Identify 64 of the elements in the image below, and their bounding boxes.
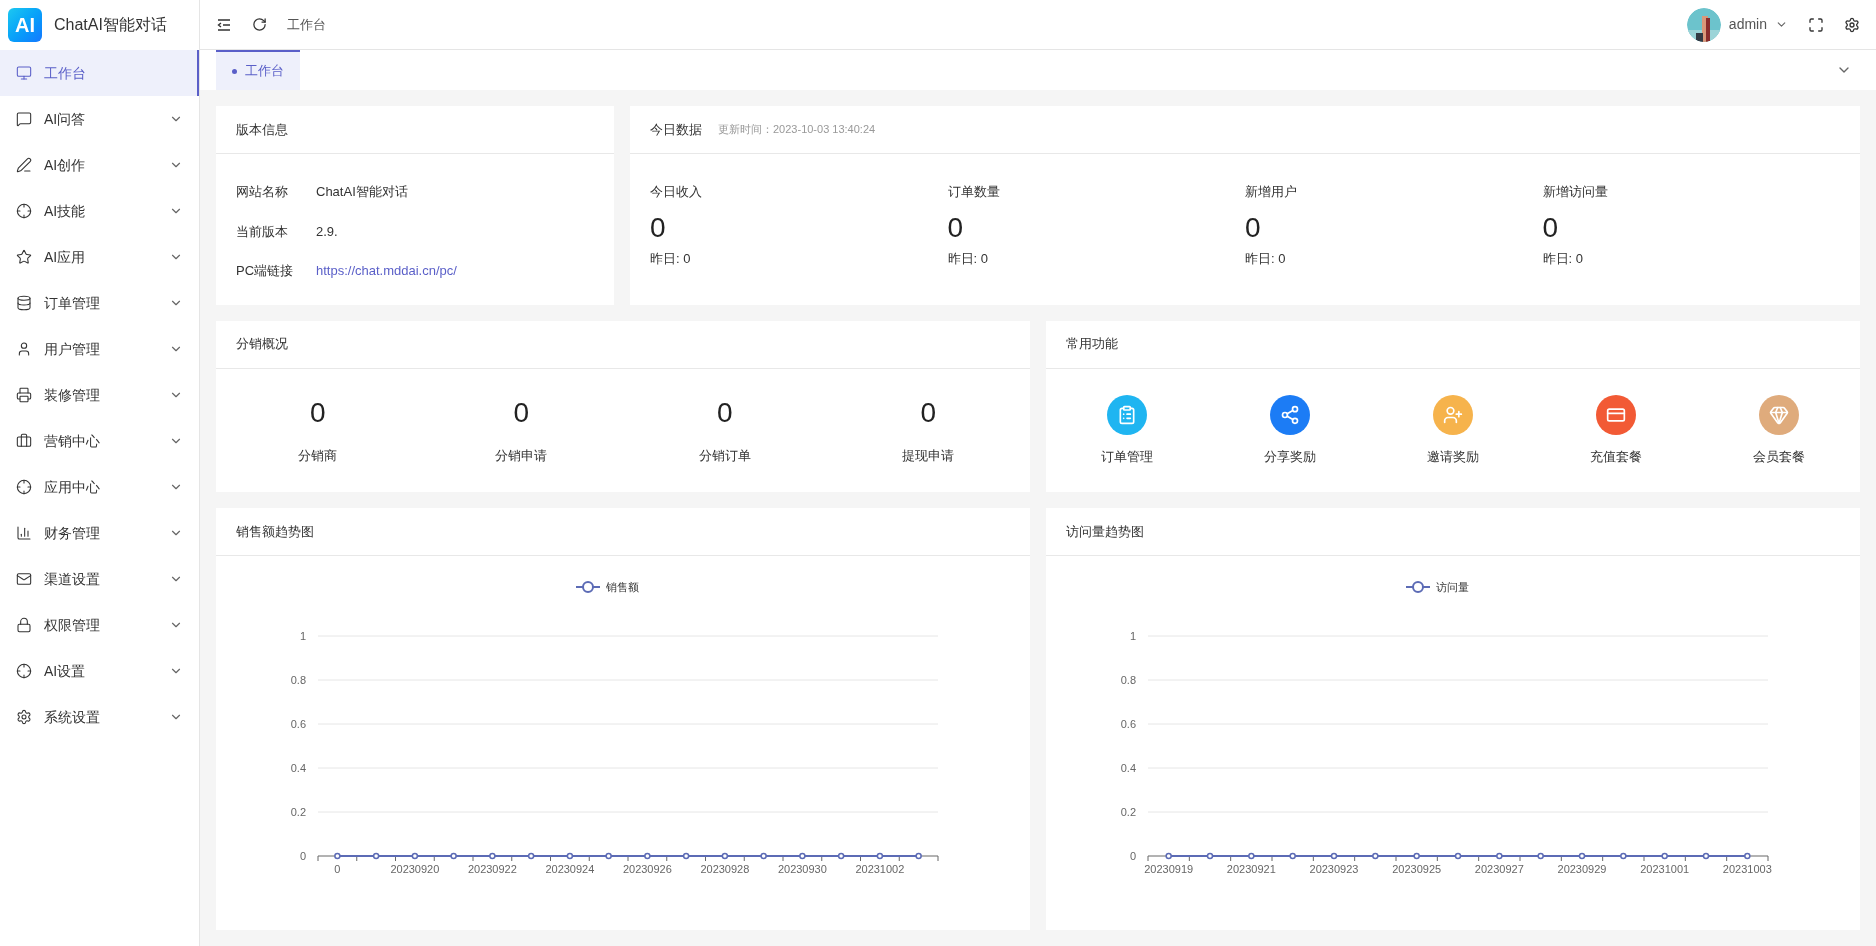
stat-value: 0 bbox=[309, 395, 326, 430]
stat-label: 分销商 bbox=[298, 446, 338, 465]
stat-label: 订单数量 bbox=[947, 183, 1001, 201]
x-tick-label: 20230930 bbox=[777, 863, 827, 875]
x-tick-label: 20231002 bbox=[855, 863, 905, 875]
yesterday-value: 昨日: 0 bbox=[1542, 249, 1584, 268]
info-label: 当前版本 bbox=[236, 222, 289, 241]
x-tick-label: 20230922 bbox=[467, 863, 517, 875]
card-title: 分销概况 bbox=[236, 335, 288, 354]
stat-value: 0 bbox=[947, 210, 965, 245]
stat-label: 提现申请 bbox=[902, 446, 955, 465]
logo-icon: AI bbox=[8, 8, 42, 42]
y-tick-label: 0.4 bbox=[1120, 762, 1136, 774]
update-time: 更新时间：2023-10-03 13:40:24 bbox=[718, 122, 876, 138]
stat-value: 0 bbox=[1542, 210, 1560, 245]
y-tick-label: 0.4 bbox=[290, 762, 306, 774]
x-tick-label: 0 bbox=[334, 863, 341, 875]
legend-label: 销售额 bbox=[606, 581, 639, 593]
card-title: 销售额趋势图 bbox=[236, 522, 314, 541]
y-tick-label: 0 bbox=[299, 850, 306, 862]
x-tick-label: 20231003 bbox=[1722, 863, 1772, 875]
x-tick-label: 20230927 bbox=[1474, 863, 1524, 875]
stat-label: 今日收入 bbox=[650, 183, 703, 201]
x-tick-label: 20230923 bbox=[1309, 863, 1359, 875]
x-tick-label: 20230929 bbox=[1557, 863, 1607, 875]
x-tick-label: 20230924 bbox=[545, 863, 595, 875]
y-tick-label: 1 bbox=[299, 630, 306, 642]
y-tick-label: 0.2 bbox=[290, 806, 306, 818]
card-title: 今日数据 bbox=[650, 120, 702, 139]
card-title: 版本信息 bbox=[236, 120, 288, 139]
x-tick-label: 20230919 bbox=[1144, 863, 1194, 875]
x-tick-label: 20230921 bbox=[1226, 863, 1276, 875]
x-tick-label: 20230928 bbox=[700, 863, 750, 875]
stat-value: 0 bbox=[716, 395, 733, 430]
y-tick-label: 0.8 bbox=[1120, 674, 1136, 686]
info-label: PC端链接 bbox=[236, 262, 295, 280]
app-title: ChatAI智能对话 bbox=[54, 15, 167, 35]
y-tick-label: 1 bbox=[1129, 630, 1136, 642]
card-title: 访问量趋势图 bbox=[1066, 522, 1144, 541]
stat-value: 0 bbox=[1245, 210, 1262, 245]
stat-label: 新增用户 bbox=[1245, 183, 1298, 201]
x-tick-label: 20230925 bbox=[1392, 863, 1442, 875]
x-tick-label: 20230926 bbox=[622, 863, 672, 875]
y-tick-label: 0 bbox=[1129, 850, 1136, 862]
stat-value: 0 bbox=[650, 210, 667, 245]
yesterday-value: 昨日: 0 bbox=[650, 249, 692, 268]
y-tick-label: 0.6 bbox=[290, 718, 306, 730]
stat-label: 分销订单 bbox=[698, 446, 751, 465]
y-tick-label: 0.6 bbox=[1120, 718, 1136, 730]
stat-label: 分销申请 bbox=[495, 446, 548, 465]
x-tick-label: 20231001 bbox=[1640, 863, 1690, 875]
yesterday-value: 昨日: 0 bbox=[1245, 249, 1287, 268]
stat-label: 新增访问量 bbox=[1542, 183, 1609, 201]
yesterday-value: 昨日: 0 bbox=[947, 249, 989, 268]
y-tick-label: 0.8 bbox=[290, 674, 306, 686]
y-tick-label: 0.2 bbox=[1120, 806, 1136, 818]
card-title: 常用功能 bbox=[1066, 335, 1118, 354]
info-value: ChatAI智能对话 bbox=[316, 183, 408, 201]
x-tick-label: 20230920 bbox=[390, 863, 440, 875]
info-label: 网站名称 bbox=[236, 183, 289, 201]
stat-value: 0 bbox=[513, 395, 530, 430]
stat-value: 0 bbox=[920, 395, 937, 430]
legend-label: 访问量 bbox=[1436, 581, 1469, 593]
info-value: 2.9. bbox=[316, 222, 338, 241]
